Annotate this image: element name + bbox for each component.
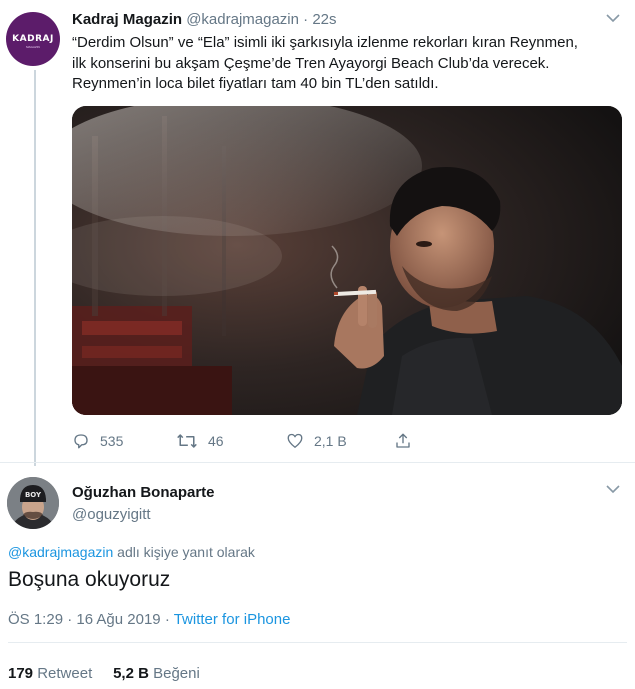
- heart-outline-icon: [286, 432, 304, 449]
- thread-connector-line: [34, 70, 36, 466]
- chevron-down-icon[interactable]: [606, 14, 620, 24]
- replying-to-label: adlı kişiye yanıt olarak: [113, 544, 255, 560]
- author-handle[interactable]: @kadrajmagazin: [186, 11, 299, 28]
- like-stat[interactable]: 5,2 B Beğeni: [113, 665, 200, 682]
- like-count: 2,1 B: [314, 432, 347, 449]
- tweet-date[interactable]: 16 Ağu 2019: [76, 611, 160, 628]
- reply-action[interactable]: 535: [72, 432, 123, 450]
- share-action[interactable]: [394, 432, 412, 450]
- avatar-oguzhan-bonaparte[interactable]: BOY: [7, 477, 59, 529]
- date-separator: ·: [160, 611, 174, 628]
- reply-tweet-text: Boşuna okuyoruz: [8, 568, 171, 591]
- tweet-text-line: “Derdim Olsun” ve “Ela” isimli iki şarkı…: [72, 34, 578, 51]
- reply-tweet[interactable]: BOY Oğuzhan Bonaparte @oguzyigitt @kadra…: [0, 462, 635, 689]
- original-tweet[interactable]: KADRAJ MAGAZIN Kadraj Magazin @kadrajmag…: [0, 0, 635, 466]
- tweet-text: “Derdim Olsun” ve “Ela” isimli iki şarkı…: [72, 33, 617, 95]
- tweet-photo[interactable]: [72, 106, 622, 415]
- retweet-stat-label: Retweet: [37, 665, 93, 682]
- comment-bubble-icon: [72, 432, 90, 450]
- share-upload-icon: [394, 432, 412, 450]
- avatar-cap-text: BOY: [25, 491, 42, 499]
- retweet-stat[interactable]: 179 Retweet: [8, 665, 92, 682]
- tweet-source-link[interactable]: Twitter for iPhone: [174, 611, 291, 628]
- tweet-text-line: Reynmen’in loca bilet fiyatları tam 40 b…: [72, 75, 439, 92]
- like-stat-count: 5,2 B: [113, 665, 149, 682]
- author-name[interactable]: Oğuzhan Bonaparte: [72, 483, 215, 503]
- tweet-text-line: ilk konserini bu akşam Çeşme’de Tren Aya…: [72, 54, 550, 72]
- tweet-timestamp[interactable]: 22s: [312, 11, 336, 28]
- author-handle[interactable]: @oguzyigitt: [72, 505, 151, 525]
- kadraj-logo-subtext: MAGAZIN: [26, 45, 40, 49]
- date-separator: ·: [63, 611, 77, 628]
- retweet-count: 46: [208, 433, 224, 449]
- like-stat-label: Beğeni: [153, 665, 200, 682]
- stats-divider: [8, 642, 627, 643]
- header-separator: ·: [303, 11, 309, 28]
- retweet-action[interactable]: 46: [176, 432, 224, 450]
- kadraj-logo-text: KADRAJ: [12, 34, 54, 44]
- avatar-kadraj-magazin[interactable]: KADRAJ MAGAZIN: [6, 12, 60, 66]
- engagement-stats: 179 Retweet 5,2 B Beğeni: [8, 664, 200, 684]
- retweet-stat-count: 179: [8, 665, 34, 682]
- tweet-time[interactable]: ÖS 1:29: [8, 611, 63, 628]
- author-name[interactable]: Kadraj Magazin: [72, 11, 182, 28]
- chevron-down-icon[interactable]: [606, 485, 620, 495]
- like-action[interactable]: 2,1 B: [286, 432, 347, 449]
- retweet-arrows-icon: [176, 432, 198, 450]
- replying-to: @kadrajmagazin adlı kişiye yanıt olarak: [8, 543, 255, 561]
- replying-to-mention[interactable]: @kadrajmagazin: [8, 544, 113, 560]
- reply-count: 535: [100, 433, 124, 449]
- tweet-metadata: ÖS 1:29 · 16 Ağu 2019 · Twitter for iPho…: [8, 610, 290, 630]
- tweet-header: Kadraj Magazin @kadrajmagazin · 22s: [72, 10, 337, 30]
